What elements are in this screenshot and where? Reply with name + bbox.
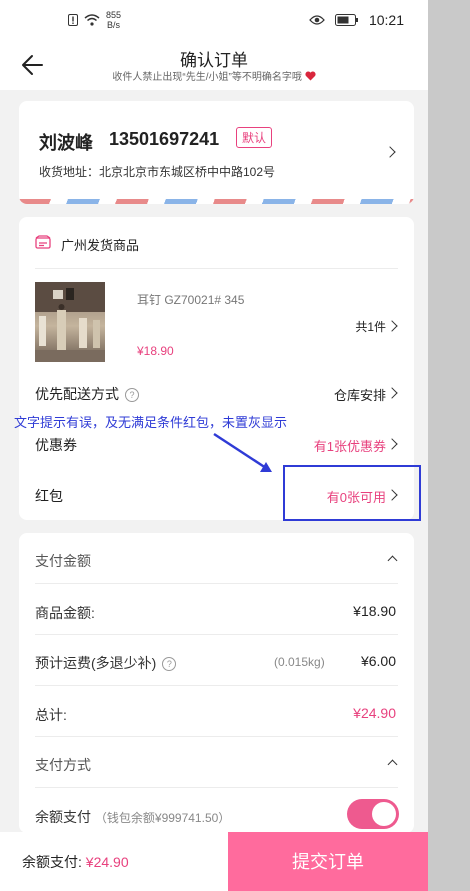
- delivery-method-text: 优先配送方式: [35, 386, 119, 402]
- status-left: 855 B/s: [68, 10, 121, 30]
- coupon-value[interactable]: 有1张优惠券: [314, 436, 386, 455]
- receiver-phone: 13501697241: [109, 129, 220, 149]
- amount-header: 支付金额: [35, 553, 91, 569]
- balance-pay-label: 余额支付:: [22, 854, 82, 870]
- toggle-knob: [372, 802, 396, 826]
- help-icon[interactable]: ?: [125, 388, 139, 402]
- bottom-bar: 余额支付: ¥24.90 提交订单: [0, 832, 428, 891]
- status-right: 10:21: [309, 12, 404, 28]
- chevron-right-icon: [384, 146, 396, 158]
- default-tag: 默认: [236, 127, 273, 148]
- balance-label: 余额支付 （钱包余额¥999741.50）: [35, 807, 230, 827]
- eye-icon: [309, 15, 325, 25]
- annotation-arrow-icon: [213, 432, 272, 472]
- chevron-right-icon: [386, 387, 398, 399]
- address-line: 收货地址：北京北京市东城区桥中中路102号: [39, 165, 276, 179]
- shipping-weight: (0.015kg): [274, 655, 325, 669]
- goods-image[interactable]: [35, 282, 105, 362]
- total-value: ¥24.90: [353, 705, 396, 721]
- total-label: 总计:: [35, 707, 67, 723]
- battery-icon: [334, 14, 358, 26]
- goods-amount-label: 商品金额:: [35, 605, 95, 621]
- wifi-icon: [84, 14, 100, 26]
- net-speed-value: 855: [106, 10, 122, 20]
- redpacket-label: 红包: [35, 488, 63, 504]
- method-header: 支付方式: [35, 757, 91, 773]
- collapse-icon[interactable]: [387, 759, 398, 770]
- delivery-method-value[interactable]: 仓库安排: [334, 385, 386, 404]
- divider: [35, 787, 398, 788]
- page-subtitle: 收件人禁止出现“先生/小姐”等不明确名字哦: [0, 68, 428, 83]
- runway-photo: [35, 282, 105, 362]
- shipping-value: ¥6.00: [360, 653, 396, 669]
- receiver-name: 刘波峰: [39, 133, 93, 153]
- annotation-highlight-box: [283, 465, 421, 521]
- subtitle-text: 收件人禁止出现“先生/小姐”等不明确名字哦: [112, 72, 302, 83]
- divider: [35, 583, 398, 584]
- warehouse-icon: [35, 235, 51, 249]
- divider: [35, 736, 398, 737]
- payment-card: 支付金额 商品金额: ¥18.90 预计运费(多退少补)? (0.015kg) …: [19, 533, 414, 833]
- balance-text: 余额支付: [35, 809, 91, 825]
- divider: [35, 685, 398, 686]
- help-icon[interactable]: ?: [162, 657, 177, 671]
- shipping-text: 预计运费(多退少补): [35, 655, 157, 671]
- submit-order-button[interactable]: 提交订单: [228, 832, 428, 891]
- balance-pay-summary: 余额支付: ¥24.90: [22, 852, 129, 872]
- goods-name: 耳钉 GZ70021# 345: [137, 293, 245, 307]
- delivery-method-label: 优先配送方式?: [35, 384, 139, 404]
- divider: [35, 634, 398, 635]
- airmail-stripe: [19, 199, 414, 204]
- annotation-text: 文字提示有误，及无满足条件红包，未置灰显示: [14, 415, 288, 430]
- divider: [35, 268, 398, 269]
- coupon-label: 优惠券: [35, 437, 77, 453]
- alert-icon: [68, 14, 78, 26]
- nav-bar: 确认订单 收件人禁止出现“先生/小姐”等不明确名字哦: [0, 42, 428, 90]
- goods-amount-value: ¥18.90: [353, 603, 396, 619]
- clock: 10:21: [368, 12, 404, 28]
- balance-note: （钱包余额¥999741.50）: [94, 811, 231, 825]
- chevron-right-icon: [386, 438, 398, 450]
- balance-toggle[interactable]: [347, 799, 399, 829]
- collapse-icon[interactable]: [387, 555, 398, 566]
- chevron-right-icon: [386, 320, 398, 332]
- shop-name: 广州发货商品: [61, 238, 140, 253]
- balance-pay-value: ¥24.90: [85, 854, 129, 870]
- goods-price: ¥18.90: [137, 344, 174, 358]
- goods-count[interactable]: 共1件: [355, 318, 386, 335]
- address-card[interactable]: 刘波峰 13501697241 默认 收货地址：北京北京市东城区桥中中路102号: [19, 101, 414, 204]
- heart-icon: [305, 71, 316, 81]
- status-bar: 855 B/s 10:21: [0, 0, 428, 42]
- shipping-label: 预计运费(多退少补)?: [35, 653, 177, 673]
- net-speed-unit: B/s: [107, 20, 121, 30]
